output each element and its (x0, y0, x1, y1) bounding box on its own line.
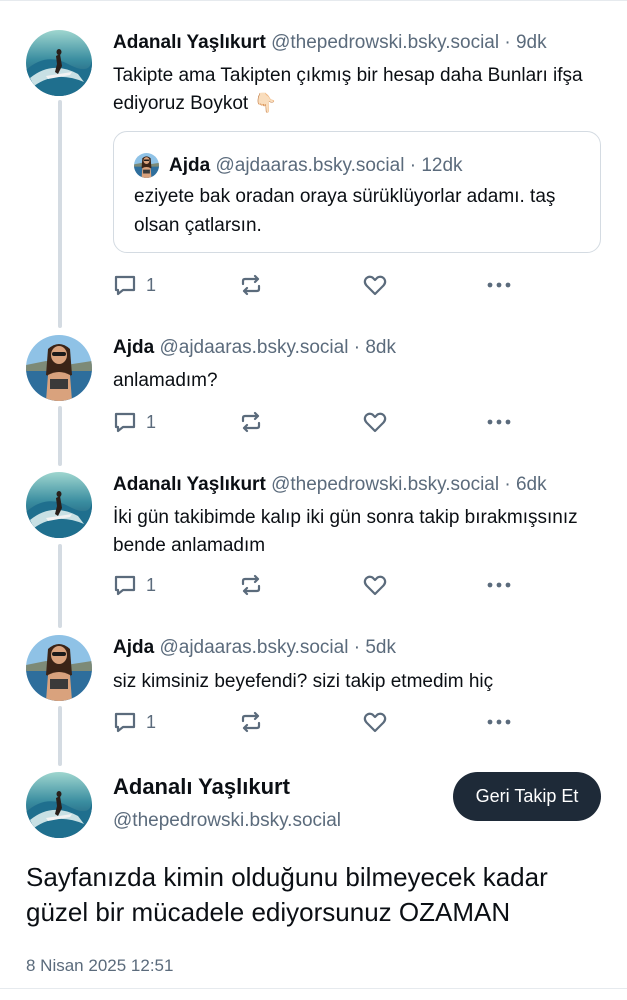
repost-button[interactable] (238, 409, 264, 435)
follow-back-button[interactable]: Geri Takip Et (453, 772, 601, 821)
post-actions: 1 (112, 572, 532, 598)
reply-icon (114, 275, 136, 296)
thread-line (58, 544, 62, 628)
quote-text: eziyete bak oradan oraya sürüklüyorlar a… (134, 186, 556, 236)
surfer-avatar[interactable] (26, 30, 92, 96)
like-button[interactable] (362, 409, 388, 435)
reply-count: 1 (146, 711, 157, 732)
heart-icon (363, 712, 387, 733)
author-handle[interactable]: @thepedrowski.bsky.social (271, 32, 499, 53)
author-handle[interactable]: @ajdaaras.bsky.social (159, 337, 348, 358)
quoted-post[interactable]: Ajda @ajdaaras.bsky.social · 12dk eziyet… (113, 131, 601, 253)
separator: · (409, 155, 417, 176)
reply-count: 1 (146, 411, 157, 432)
heart-icon (363, 575, 387, 596)
more-icon (487, 719, 511, 725)
more-button[interactable] (486, 272, 512, 298)
author-name[interactable]: Adanalı Yaşlıkurt (113, 474, 266, 495)
post-actions: 1 (112, 409, 532, 435)
woman-beach-avatar[interactable] (26, 335, 92, 401)
post-actions: 1 (112, 272, 532, 298)
more-button[interactable] (486, 709, 512, 735)
repost-button[interactable] (238, 709, 264, 735)
repost-icon (241, 574, 261, 596)
quote-author-handle[interactable]: @ajdaaras.bsky.social (215, 155, 404, 176)
post-time[interactable]: 5dk (365, 637, 396, 658)
post-time[interactable]: 6dk (516, 474, 547, 495)
author-handle[interactable]: @ajdaaras.bsky.social (159, 637, 348, 658)
author-name[interactable]: Ajda (113, 637, 154, 658)
reply-icon (114, 575, 136, 596)
author-name[interactable]: Adanalı Yaşlıkurt (113, 32, 266, 53)
post-date[interactable]: 8 Nisan 2025 12:51 (26, 956, 173, 976)
thread-line (58, 706, 62, 766)
thread-line (58, 100, 62, 328)
post-header: Ajda @ajdaaras.bsky.social · 5dk (113, 637, 396, 659)
woman-beach-avatar (134, 153, 159, 178)
reply-button[interactable]: 1 (112, 572, 156, 598)
reply-button[interactable]: 1 (112, 272, 156, 298)
post-text: İki gün takibimde kalıp iki gün sonra ta… (113, 507, 578, 556)
surfer-avatar[interactable] (26, 772, 92, 838)
quote-time[interactable]: 12dk (421, 155, 462, 176)
more-icon (487, 582, 511, 588)
post-text: siz kimsiniz beyefendi? sizi takip etmed… (113, 671, 494, 692)
quote-header: Ajda @ajdaaras.bsky.social · 12dk (169, 155, 463, 177)
more-button[interactable] (486, 572, 512, 598)
repost-icon (241, 711, 261, 733)
reply-icon (114, 412, 136, 433)
thread-line (58, 406, 62, 466)
post-text: Takipte ama Takipten çıkmış bir hesap da… (113, 65, 583, 114)
separator: · (504, 32, 511, 53)
bottom-divider (0, 988, 627, 989)
post-time[interactable]: 8dk (365, 337, 396, 358)
post-header: Adanalı Yaşlıkurt @thepedrowski.bsky.soc… (113, 32, 547, 54)
post-header: Adanalı Yaşlıkurt @thepedrowski.bsky.soc… (113, 474, 547, 496)
author-name[interactable]: Adanalı Yaşlıkurt (113, 774, 290, 800)
reply-count: 1 (146, 574, 157, 595)
author-handle[interactable]: @thepedrowski.bsky.social (271, 474, 499, 495)
heart-icon (363, 412, 387, 433)
top-divider (0, 0, 627, 1)
quote-author-name[interactable]: Ajda (169, 155, 210, 176)
heart-icon (363, 275, 387, 296)
reply-button[interactable]: 1 (112, 409, 156, 435)
reply-icon (114, 712, 136, 733)
more-button[interactable] (486, 409, 512, 435)
like-button[interactable] (362, 572, 388, 598)
post-text: anlamadım? (113, 370, 218, 391)
separator: · (353, 337, 361, 358)
repost-button[interactable] (238, 572, 264, 598)
repost-icon (241, 274, 261, 296)
more-icon (487, 419, 511, 425)
repost-button[interactable] (238, 272, 264, 298)
reply-count: 1 (146, 274, 157, 295)
more-icon (487, 282, 511, 288)
author-name[interactable]: Ajda (113, 337, 154, 358)
like-button[interactable] (362, 709, 388, 735)
separator: · (504, 474, 511, 495)
surfer-avatar[interactable] (26, 472, 92, 538)
author-handle[interactable]: @thepedrowski.bsky.social (113, 810, 341, 832)
post-header: Ajda @ajdaaras.bsky.social · 8dk (113, 337, 396, 359)
separator: · (353, 637, 361, 658)
post-actions: 1 (112, 709, 532, 735)
like-button[interactable] (362, 272, 388, 298)
reply-button[interactable]: 1 (112, 709, 156, 735)
repost-icon (241, 411, 261, 433)
post-text: Sayfanızda kimin olduğunu bilmeyecek kad… (26, 862, 548, 927)
post-time[interactable]: 9dk (516, 32, 547, 53)
woman-beach-avatar[interactable] (26, 635, 92, 701)
